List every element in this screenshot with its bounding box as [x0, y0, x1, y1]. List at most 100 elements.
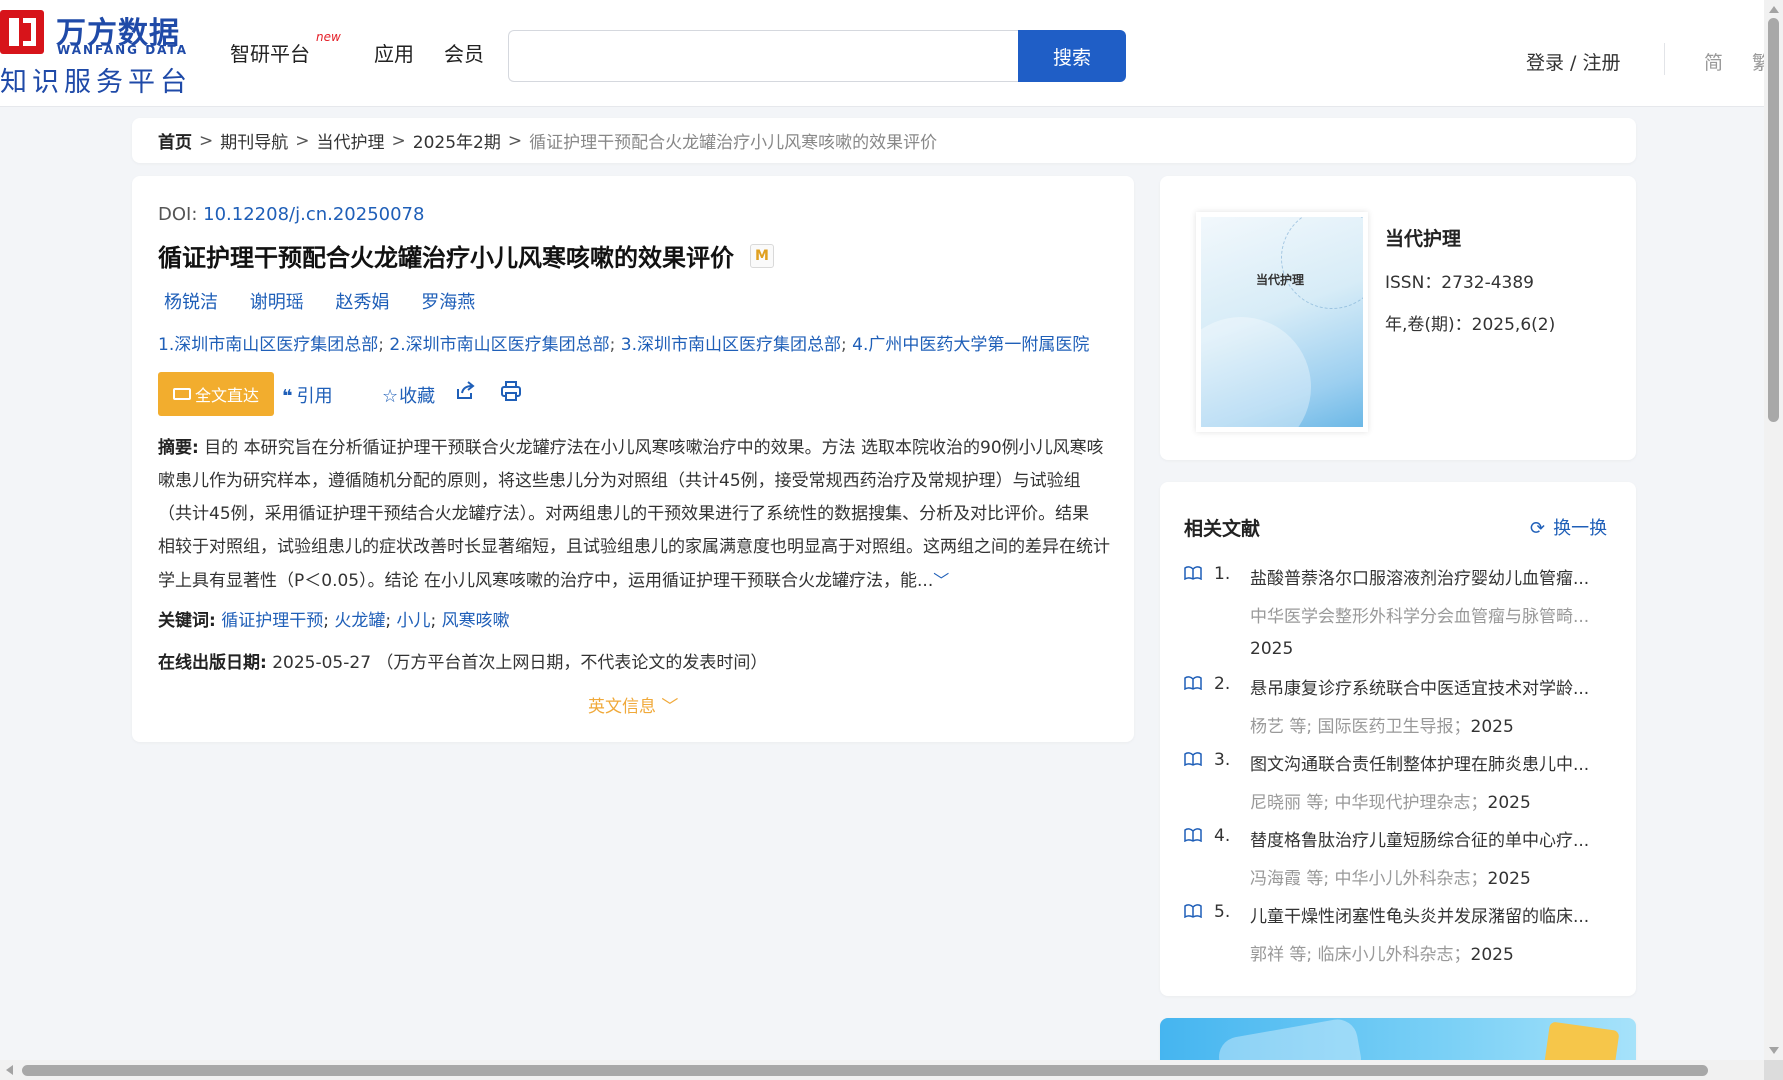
m-badge-icon[interactable]: M: [750, 244, 774, 268]
journal-volume: 年,卷(期)：2025,6(2): [1385, 315, 1556, 335]
pubdate-value: 2025-05-27: [272, 653, 372, 673]
abstract-text: 目的 本研究旨在分析循证护理干预联合火龙罐疗法在小儿风寒咳嗽治疗中的效果。方法 …: [158, 438, 1110, 591]
affiliation-link[interactable]: 4.广州中医药大学第一附属医院: [852, 335, 1089, 355]
lang-traditional[interactable]: 繁: [1752, 48, 1764, 75]
chevron-down-icon: ﹀: [661, 697, 679, 717]
journal-name[interactable]: 当代护理: [1385, 224, 1461, 251]
related-literature-card: 相关文献 ⟳ 换一换 1. 盐酸普萘洛尔口服溶液剂治疗婴幼儿血管瘤... 中华医学…: [1160, 482, 1636, 996]
logo-mark-icon: [0, 10, 44, 54]
keyword-link[interactable]: 火龙罐: [334, 611, 385, 631]
search-button[interactable]: 搜索: [1018, 30, 1126, 82]
affiliation-link[interactable]: 3.深圳市南山区医疗集团总部: [621, 335, 841, 355]
journal-issn: ISSN：2732-4389: [1385, 273, 1534, 293]
doi-line: DOI: 10.12208/j.cn.20250078: [158, 204, 424, 225]
related-meta-line: 冯海霞 等; 中华小儿外科杂志；2025: [1250, 864, 1602, 889]
nav-item-member[interactable]: 会员: [444, 38, 484, 67]
keyword-link[interactable]: 循证护理干预: [221, 611, 323, 631]
related-num: 3.: [1214, 750, 1231, 770]
share-button[interactable]: [454, 380, 476, 407]
author-link[interactable]: 谢明瑶: [250, 292, 304, 313]
affiliation-sep: ;: [609, 335, 616, 355]
related-num: 4.: [1214, 826, 1231, 846]
keywords-line: 关键词: 循证护理干预; 火龙罐; 小儿; 风寒咳嗽: [158, 606, 510, 631]
doi-label: DOI:: [158, 204, 198, 225]
quote-icon: ❝: [282, 386, 293, 407]
author-link[interactable]: 杨锐洁: [164, 292, 218, 313]
related-num: 1.: [1214, 564, 1231, 584]
related-title-link[interactable]: 盐酸普萘洛尔口服溶液剂治疗婴幼儿血管瘤...: [1250, 564, 1602, 589]
related-year: 2025: [1470, 945, 1514, 965]
expand-abstract-icon[interactable]: ﹀: [933, 571, 949, 590]
doi-link[interactable]: 10.12208/j.cn.20250078: [203, 204, 424, 225]
search-box: [508, 30, 1018, 82]
wanfang-logo[interactable]: 万方数据 WANFANG DATA 知识服务平台: [0, 10, 200, 98]
logo-en-text: WANFANG DATA: [57, 43, 189, 57]
vertical-scroll-thumb[interactable]: [1768, 18, 1779, 422]
share-icon: [457, 381, 475, 399]
fulltext-button[interactable]: 全文直达: [158, 372, 274, 416]
related-meta-line: 尼晓丽 等; 中华现代护理杂志；2025: [1250, 788, 1602, 813]
nav-item-label: 应用: [374, 42, 414, 66]
login-register-link[interactable]: 登录 / 注册: [1526, 48, 1620, 75]
affiliation-link[interactable]: 1.深圳市南山区医疗集团总部: [158, 335, 378, 355]
print-button[interactable]: [500, 380, 522, 407]
pubdate-label: 在线出版日期:: [158, 653, 267, 673]
scroll-up-icon[interactable]: [1769, 6, 1779, 13]
nav-item-label: 会员: [444, 42, 484, 66]
vertical-scrollbar[interactable]: [1764, 0, 1783, 1060]
logo-tagline: 知识服务平台: [0, 67, 192, 98]
related-title: 相关文献: [1184, 518, 1261, 540]
abstract: 摘要: 目的 本研究旨在分析循证护理干预联合火龙罐疗法在小儿风寒咳嗽治疗中的效果…: [158, 432, 1110, 598]
article-card: DOI: 10.12208/j.cn.20250078 循证护理干预配合火龙罐治…: [132, 176, 1134, 742]
nav-item-apps[interactable]: 应用: [374, 38, 414, 67]
book-icon: [1184, 566, 1202, 580]
cite-button[interactable]: ❝ 引用: [282, 382, 333, 408]
keyword-sep: ;: [430, 611, 437, 631]
author-link[interactable]: 罗海燕: [421, 292, 475, 313]
related-title-link[interactable]: 替度格鲁肽治疗儿童短肠综合征的单中心疗...: [1250, 826, 1602, 851]
star-icon: ☆: [382, 386, 399, 407]
cover-title: 当代护理: [1256, 273, 1305, 287]
scroll-down-icon[interactable]: [1769, 1047, 1779, 1054]
scrollbar-corner: [1764, 1060, 1783, 1080]
breadcrumb: 首页 > 期刊导航 > 当代护理 > 2025年2期 > 循证护理干预配合火龙罐…: [132, 118, 1636, 163]
related-meta: 中华医学会整形外科学分会血管瘤与脉管畸...: [1250, 607, 1590, 627]
english-info-toggle[interactable]: 英文信息 ﹀: [588, 692, 678, 717]
breadcrumb-journal-nav[interactable]: 期刊导航: [220, 128, 288, 153]
english-info-label: 英文信息: [588, 697, 656, 717]
related-title-link[interactable]: 图文沟通联合责任制整体护理在肺炎患儿中...: [1250, 750, 1602, 775]
affiliation-link[interactable]: 2.深圳市南山区医疗集团总部: [389, 335, 609, 355]
keyword-link[interactable]: 风寒咳嗽: [442, 611, 510, 631]
nav-item-zhiyan[interactable]: 智研平台 new: [230, 30, 341, 67]
print-icon: [501, 381, 521, 401]
keyword-link[interactable]: 小儿: [397, 611, 431, 631]
article-title: 循证护理干预配合火龙罐治疗小儿风寒咳嗽的效果评价: [158, 244, 734, 272]
related-title-link[interactable]: 悬吊康复诊疗系统联合中医适宜技术对学龄...: [1250, 674, 1602, 699]
search-input[interactable]: [509, 31, 1018, 81]
scroll-left-icon[interactable]: [6, 1065, 13, 1075]
author-link[interactable]: 赵秀娟: [335, 292, 389, 313]
new-badge: new: [316, 30, 341, 44]
affiliation-sep: ;: [378, 335, 384, 355]
cite-label: 引用: [296, 386, 333, 407]
horizontal-scroll-thumb[interactable]: [22, 1065, 1708, 1076]
related-year: 2025: [1250, 639, 1294, 659]
lang-simplified[interactable]: 简: [1704, 48, 1723, 75]
refresh-button[interactable]: ⟳ 换一换: [1530, 514, 1607, 540]
affiliation-sep: ;: [840, 335, 847, 355]
top-header: 万方数据 WANFANG DATA 知识服务平台 智研平台 new 应用 会员 …: [0, 0, 1764, 107]
breadcrumb-journal[interactable]: 当代护理: [317, 128, 385, 153]
related-title-link[interactable]: 儿童干燥性闭塞性龟头炎并发尿潴留的临床...: [1250, 902, 1602, 927]
breadcrumb-issue[interactable]: 2025年2期: [413, 128, 501, 153]
horizontal-scrollbar[interactable]: [0, 1060, 1764, 1080]
related-meta: 冯海霞 等; 中华小儿外科杂志；: [1250, 869, 1488, 889]
breadcrumb-home[interactable]: 首页: [158, 128, 192, 153]
nav-item-label: 智研平台: [230, 42, 310, 66]
book-icon: [1184, 904, 1202, 918]
favorite-label: 收藏: [399, 386, 436, 407]
favorite-button[interactable]: ☆收藏: [382, 382, 435, 408]
book-icon: [1184, 676, 1202, 690]
refresh-icon: ⟳: [1530, 518, 1546, 539]
related-meta: 尼晓丽 等; 中华现代护理杂志；: [1250, 793, 1488, 813]
journal-cover[interactable]: 当代护理: [1196, 212, 1368, 432]
